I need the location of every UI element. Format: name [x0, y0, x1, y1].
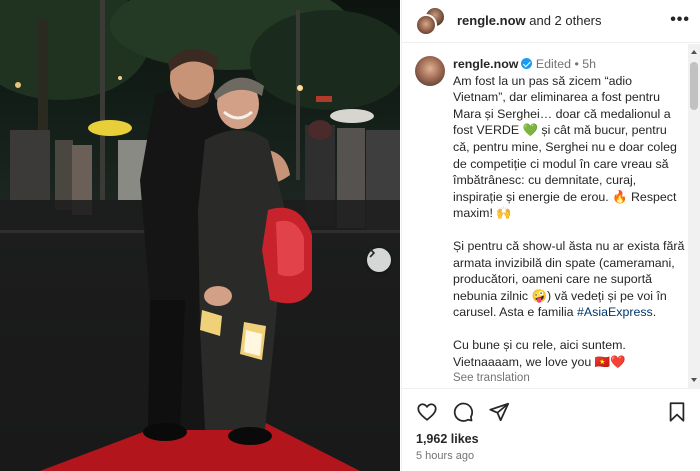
hashtag-link[interactable]: #AsiaExpress	[577, 305, 653, 319]
caption-paragraph-2: Și pentru că show-ul ăsta nu ar exista f…	[453, 238, 685, 321]
share-icon[interactable]	[488, 401, 510, 423]
caption-paragraph-1: Am fost la un pas să zicem “adio Vietnam…	[453, 73, 677, 221]
collaborators-text[interactable]: and 2 others	[526, 13, 601, 28]
bookmark-icon[interactable]	[666, 401, 688, 423]
verified-badge-icon	[521, 58, 533, 69]
caption-scroll-area[interactable]: rengle.now Edited • 5h Am fost la un pas…	[402, 44, 700, 388]
author-username[interactable]: rengle.now	[457, 13, 526, 28]
likes-count[interactable]: 1,962 likes	[416, 432, 479, 446]
caption-paragraph-3: Cu bune și cu rele, aici suntem. Vietnaa…	[453, 337, 626, 369]
collab-avatars[interactable]	[415, 6, 447, 36]
edited-label: Edited	[535, 57, 571, 71]
see-translation-link[interactable]: See translation	[453, 370, 685, 387]
post-actions: 1,962 likes 5 hours ago	[402, 388, 700, 471]
post-authors[interactable]: rengle.now and 2 others	[457, 13, 602, 29]
caption-time[interactable]: 5h	[582, 57, 596, 71]
caption: rengle.now Edited • 5h Am fost la un pas…	[453, 56, 685, 387]
post-timestamp[interactable]: 5 hours ago	[416, 450, 474, 462]
more-options-icon[interactable]: •••	[670, 12, 690, 28]
post-header: rengle.now and 2 others •••	[402, 0, 700, 43]
carousel-next-button[interactable]	[367, 248, 391, 272]
scroll-thumb[interactable]	[690, 62, 698, 110]
caption-header: rengle.now Edited • 5h	[453, 56, 685, 73]
post-sidebar: rengle.now and 2 others ••• rengle.now E…	[401, 0, 700, 471]
comment-icon[interactable]	[452, 401, 474, 423]
scroll-up-arrow-icon[interactable]	[691, 50, 697, 54]
avatar[interactable]	[415, 14, 437, 36]
caption-username[interactable]: rengle.now	[453, 57, 518, 71]
photo-illustration	[0, 0, 400, 471]
chevron-right-icon	[369, 248, 375, 258]
caption-paragraph-2-end: .	[652, 305, 657, 320]
separator-dot: •	[574, 57, 579, 71]
caption-scrollbar[interactable]	[688, 44, 700, 388]
caption-avatar[interactable]	[415, 56, 445, 86]
scroll-down-arrow-icon[interactable]	[691, 378, 697, 382]
post-photo[interactable]	[0, 0, 400, 471]
heart-icon[interactable]	[416, 401, 438, 423]
